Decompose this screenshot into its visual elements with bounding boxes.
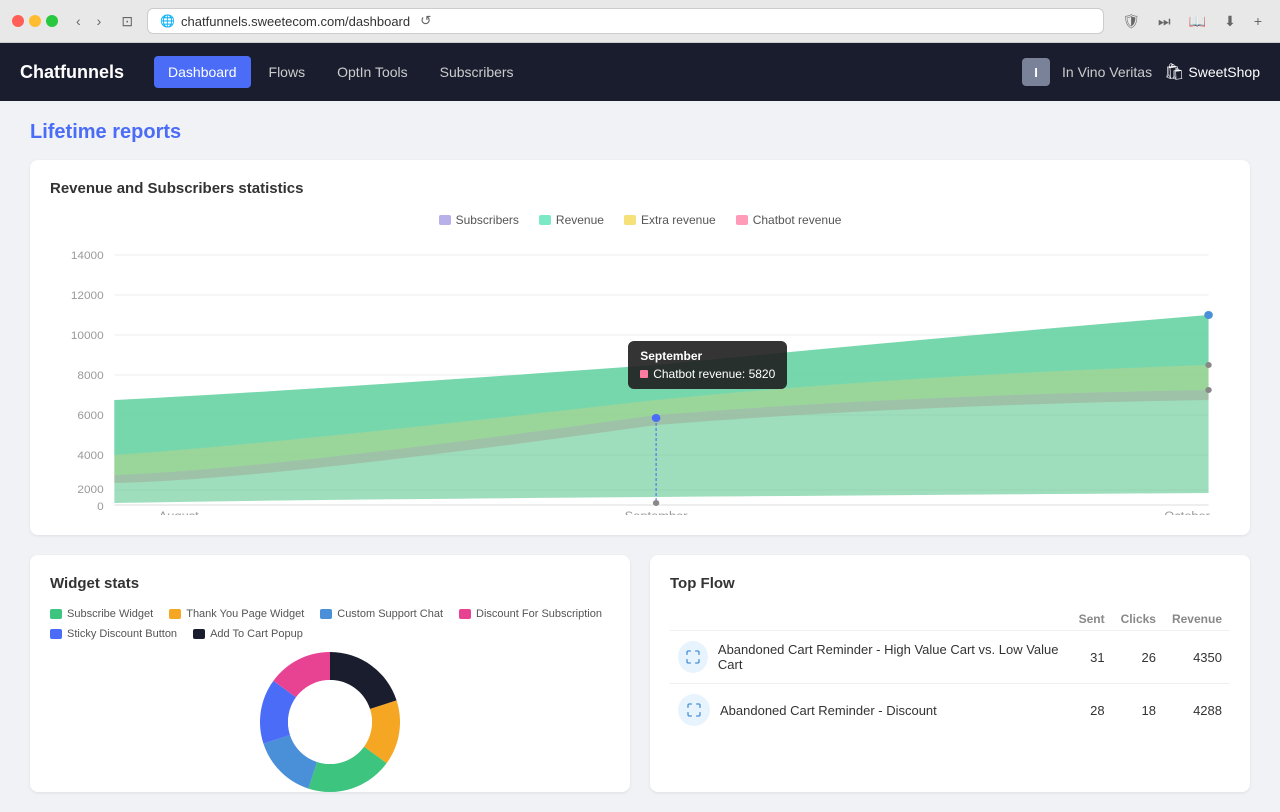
widget-legend: Subscribe Widget Thank You Page Widget C…: [50, 608, 610, 640]
app-navbar: Chatfunnels Dashboard Flows OptIn Tools …: [0, 43, 1280, 101]
dot-add-to-cart: [193, 629, 205, 639]
chart-svg: 14000 12000 10000 8000 6000 4000 2000 0: [50, 235, 1230, 515]
play-button[interactable]: ⏭: [1152, 11, 1177, 32]
col-name-header: [670, 608, 1071, 631]
chart-legend: Subscribers Revenue Extra revenue Chatbo…: [50, 213, 1230, 227]
svg-text:September: September: [625, 509, 688, 515]
flow-sent-2: 28: [1071, 684, 1113, 737]
table-row: Abandoned Cart Reminder - High Value Car…: [670, 631, 1230, 684]
flow-revenue-2: 4288: [1164, 684, 1230, 737]
nav-dashboard[interactable]: Dashboard: [154, 56, 251, 88]
maximize-button[interactable]: [46, 15, 58, 27]
legend-subscribers: Subscribers: [439, 213, 519, 227]
svg-text:October: October: [1164, 509, 1210, 515]
legend-dot-subscribers: [439, 215, 451, 225]
dot-subscribe-widget: [50, 609, 62, 619]
shop-label: 🛍 SweetShop: [1164, 62, 1260, 82]
bag-icon: 🛍: [1164, 62, 1184, 82]
legend-chatbot-revenue: Chatbot revenue: [736, 213, 842, 227]
legend-custom-chat: Custom Support Chat: [320, 608, 443, 620]
download-button[interactable]: ⬇: [1218, 11, 1242, 32]
col-revenue-header: Revenue: [1164, 608, 1230, 631]
legend-dot-chatbot-revenue: [736, 215, 748, 225]
extensions-button[interactable]: 🛡: [1116, 11, 1146, 32]
svg-text:August: August: [159, 509, 200, 515]
legend-sticky-discount: Sticky Discount Button: [50, 628, 177, 640]
flow-table: Sent Clicks Revenue: [670, 608, 1230, 736]
revenue-chart-card: Revenue and Subscribers statistics Subsc…: [30, 160, 1250, 535]
col-sent-header: Sent: [1071, 608, 1113, 631]
flow-icon-2: [678, 694, 710, 726]
back-button[interactable]: ‹: [70, 11, 87, 31]
bottom-grid: Widget stats Subscribe Widget Thank You …: [30, 555, 1250, 792]
minimize-button[interactable]: [29, 15, 41, 27]
top-flow-title: Top Flow: [670, 575, 1230, 592]
flow-clicks-1: 26: [1113, 631, 1164, 684]
globe-icon: 🌐: [160, 14, 175, 28]
dot-sticky-discount: [50, 629, 62, 639]
dot-custom-chat: [320, 609, 332, 619]
flow-sent-1: 31: [1071, 631, 1113, 684]
widget-stats-card: Widget stats Subscribe Widget Thank You …: [30, 555, 630, 792]
nav-items: Dashboard Flows OptIn Tools Subscribers: [154, 56, 1022, 88]
chart-title: Revenue and Subscribers statistics: [50, 180, 1230, 197]
nav-optin-tools[interactable]: OptIn Tools: [323, 56, 422, 88]
traffic-lights: [12, 15, 58, 27]
nav-flows[interactable]: Flows: [255, 56, 320, 88]
dot-discount-subscription: [459, 609, 471, 619]
flow-name-cell-2: Abandoned Cart Reminder - Discount: [670, 684, 1071, 737]
flow-icon: [678, 641, 708, 673]
browser-chrome: ‹ › ⊡ 🌐 chatfunnels.sweetecom.com/dashbo…: [0, 0, 1280, 43]
donut-chart: [50, 652, 610, 772]
reload-button[interactable]: ↺: [420, 13, 431, 29]
legend-thankyou-widget: Thank You Page Widget: [169, 608, 304, 620]
legend-add-to-cart: Add To Cart Popup: [193, 628, 303, 640]
nav-subscribers[interactable]: Subscribers: [426, 56, 528, 88]
flow-name-cell: Abandoned Cart Reminder - High Value Car…: [670, 631, 1071, 684]
flow-revenue-1: 4350: [1164, 631, 1230, 684]
nav-arrows: ‹ ›: [70, 11, 107, 31]
store-name-label: In Vino Veritas: [1062, 64, 1152, 80]
col-clicks-header: Clicks: [1113, 608, 1164, 631]
forward-button[interactable]: ›: [91, 11, 108, 31]
dot-thankyou-widget: [169, 609, 181, 619]
svg-text:2000: 2000: [77, 484, 103, 496]
legend-subscribe-widget: Subscribe Widget: [50, 608, 153, 620]
legend-revenue: Revenue: [539, 213, 604, 227]
nav-right: I In Vino Veritas 🛍 SweetShop: [1022, 58, 1260, 86]
svg-text:6000: 6000: [77, 410, 103, 422]
main-content: Lifetime reports Revenue and Subscribers…: [0, 101, 1280, 812]
address-bar[interactable]: 🌐 chatfunnels.sweetecom.com/dashboard ↺: [147, 8, 1104, 34]
bookmark-button[interactable]: 📖: [1183, 11, 1212, 32]
new-tab-button[interactable]: +: [1248, 11, 1268, 32]
chart-area: 14000 12000 10000 8000 6000 4000 2000 0: [50, 235, 1230, 515]
svg-text:8000: 8000: [77, 370, 103, 382]
legend-dot-extra-revenue: [624, 215, 636, 225]
table-row: Abandoned Cart Reminder - Discount 28 18…: [670, 684, 1230, 737]
legend-discount-subscription: Discount For Subscription: [459, 608, 602, 620]
legend-dot-revenue: [539, 215, 551, 225]
svg-text:12000: 12000: [71, 290, 104, 302]
user-avatar[interactable]: I: [1022, 58, 1050, 86]
url-text: chatfunnels.sweetecom.com/dashboard: [181, 14, 410, 29]
app-logo[interactable]: Chatfunnels: [20, 62, 124, 83]
widget-stats-title: Widget stats: [50, 575, 610, 592]
page-title: Lifetime reports: [30, 121, 1250, 144]
flow-name-1: Abandoned Cart Reminder - High Value Car…: [718, 642, 1063, 672]
svg-text:14000: 14000: [71, 250, 104, 262]
flow-clicks-2: 18: [1113, 684, 1164, 737]
donut-svg: [260, 652, 400, 792]
reading-mode-button[interactable]: ⊡: [115, 11, 139, 32]
svg-text:10000: 10000: [71, 330, 104, 342]
svg-text:0: 0: [97, 501, 104, 513]
top-flow-card: Top Flow Sent Clicks Revenue: [650, 555, 1250, 792]
close-button[interactable]: [12, 15, 24, 27]
flow-name-2: Abandoned Cart Reminder - Discount: [720, 703, 937, 718]
legend-extra-revenue: Extra revenue: [624, 213, 716, 227]
svg-text:4000: 4000: [77, 450, 103, 462]
